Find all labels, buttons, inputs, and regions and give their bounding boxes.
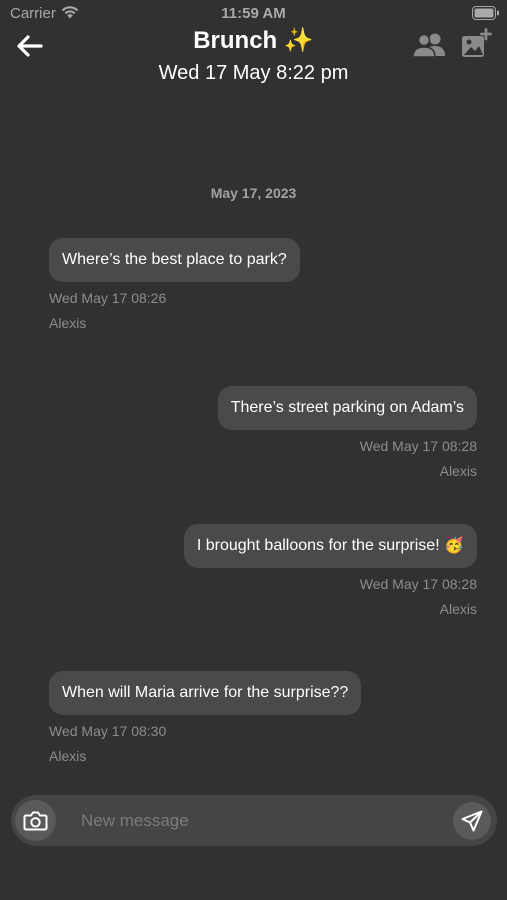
people-icon — [412, 33, 445, 58]
message-input[interactable] — [79, 803, 443, 839]
battery-icon — [472, 6, 499, 20]
status-bar: Carrier 11:59 AM — [0, 0, 507, 26]
chat-header: Brunch ✨ Wed 17 May 8:22 pm — [0, 26, 507, 90]
message-author: Alexis — [49, 315, 87, 331]
message-time: Wed May 17 08:28 — [359, 576, 477, 592]
message-time: Wed May 17 08:28 — [359, 438, 477, 454]
message-bubble[interactable]: I brought balloons for the surprise! 🥳 — [183, 524, 477, 568]
camera-icon — [23, 811, 48, 831]
message-author: Alexis — [439, 601, 477, 617]
members-button[interactable] — [412, 30, 448, 60]
message-item: Where’s the best place to park? Wed May … — [49, 238, 300, 332]
date-separator: May 17, 2023 — [210, 185, 297, 201]
add-image-button[interactable] — [460, 28, 492, 60]
message-item: When will Maria arrive for the surprise?… — [49, 671, 362, 765]
message-composer — [11, 795, 497, 846]
chat-subtitle: Wed 17 May 8:22 pm — [158, 62, 349, 84]
message-item: I brought balloons for the surprise! 🥳 W… — [183, 524, 477, 618]
message-author: Alexis — [49, 748, 87, 764]
message-time: Wed May 17 08:30 — [49, 723, 167, 739]
message-time: Wed May 17 08:26 — [49, 290, 167, 306]
image-plus-icon — [462, 28, 492, 57]
camera-button[interactable] — [15, 800, 56, 841]
message-bubble[interactable]: When will Maria arrive for the surprise?… — [49, 671, 362, 715]
message-bubble[interactable]: Where’s the best place to park? — [49, 238, 300, 282]
message-item: There’s street parking on Adam’s Wed May… — [217, 386, 477, 480]
message-author: Alexis — [439, 463, 477, 479]
message-bubble[interactable]: There’s street parking on Adam’s — [217, 386, 477, 430]
status-time: 11:59 AM — [221, 5, 286, 22]
send-icon — [461, 810, 483, 832]
send-button[interactable] — [453, 802, 491, 840]
